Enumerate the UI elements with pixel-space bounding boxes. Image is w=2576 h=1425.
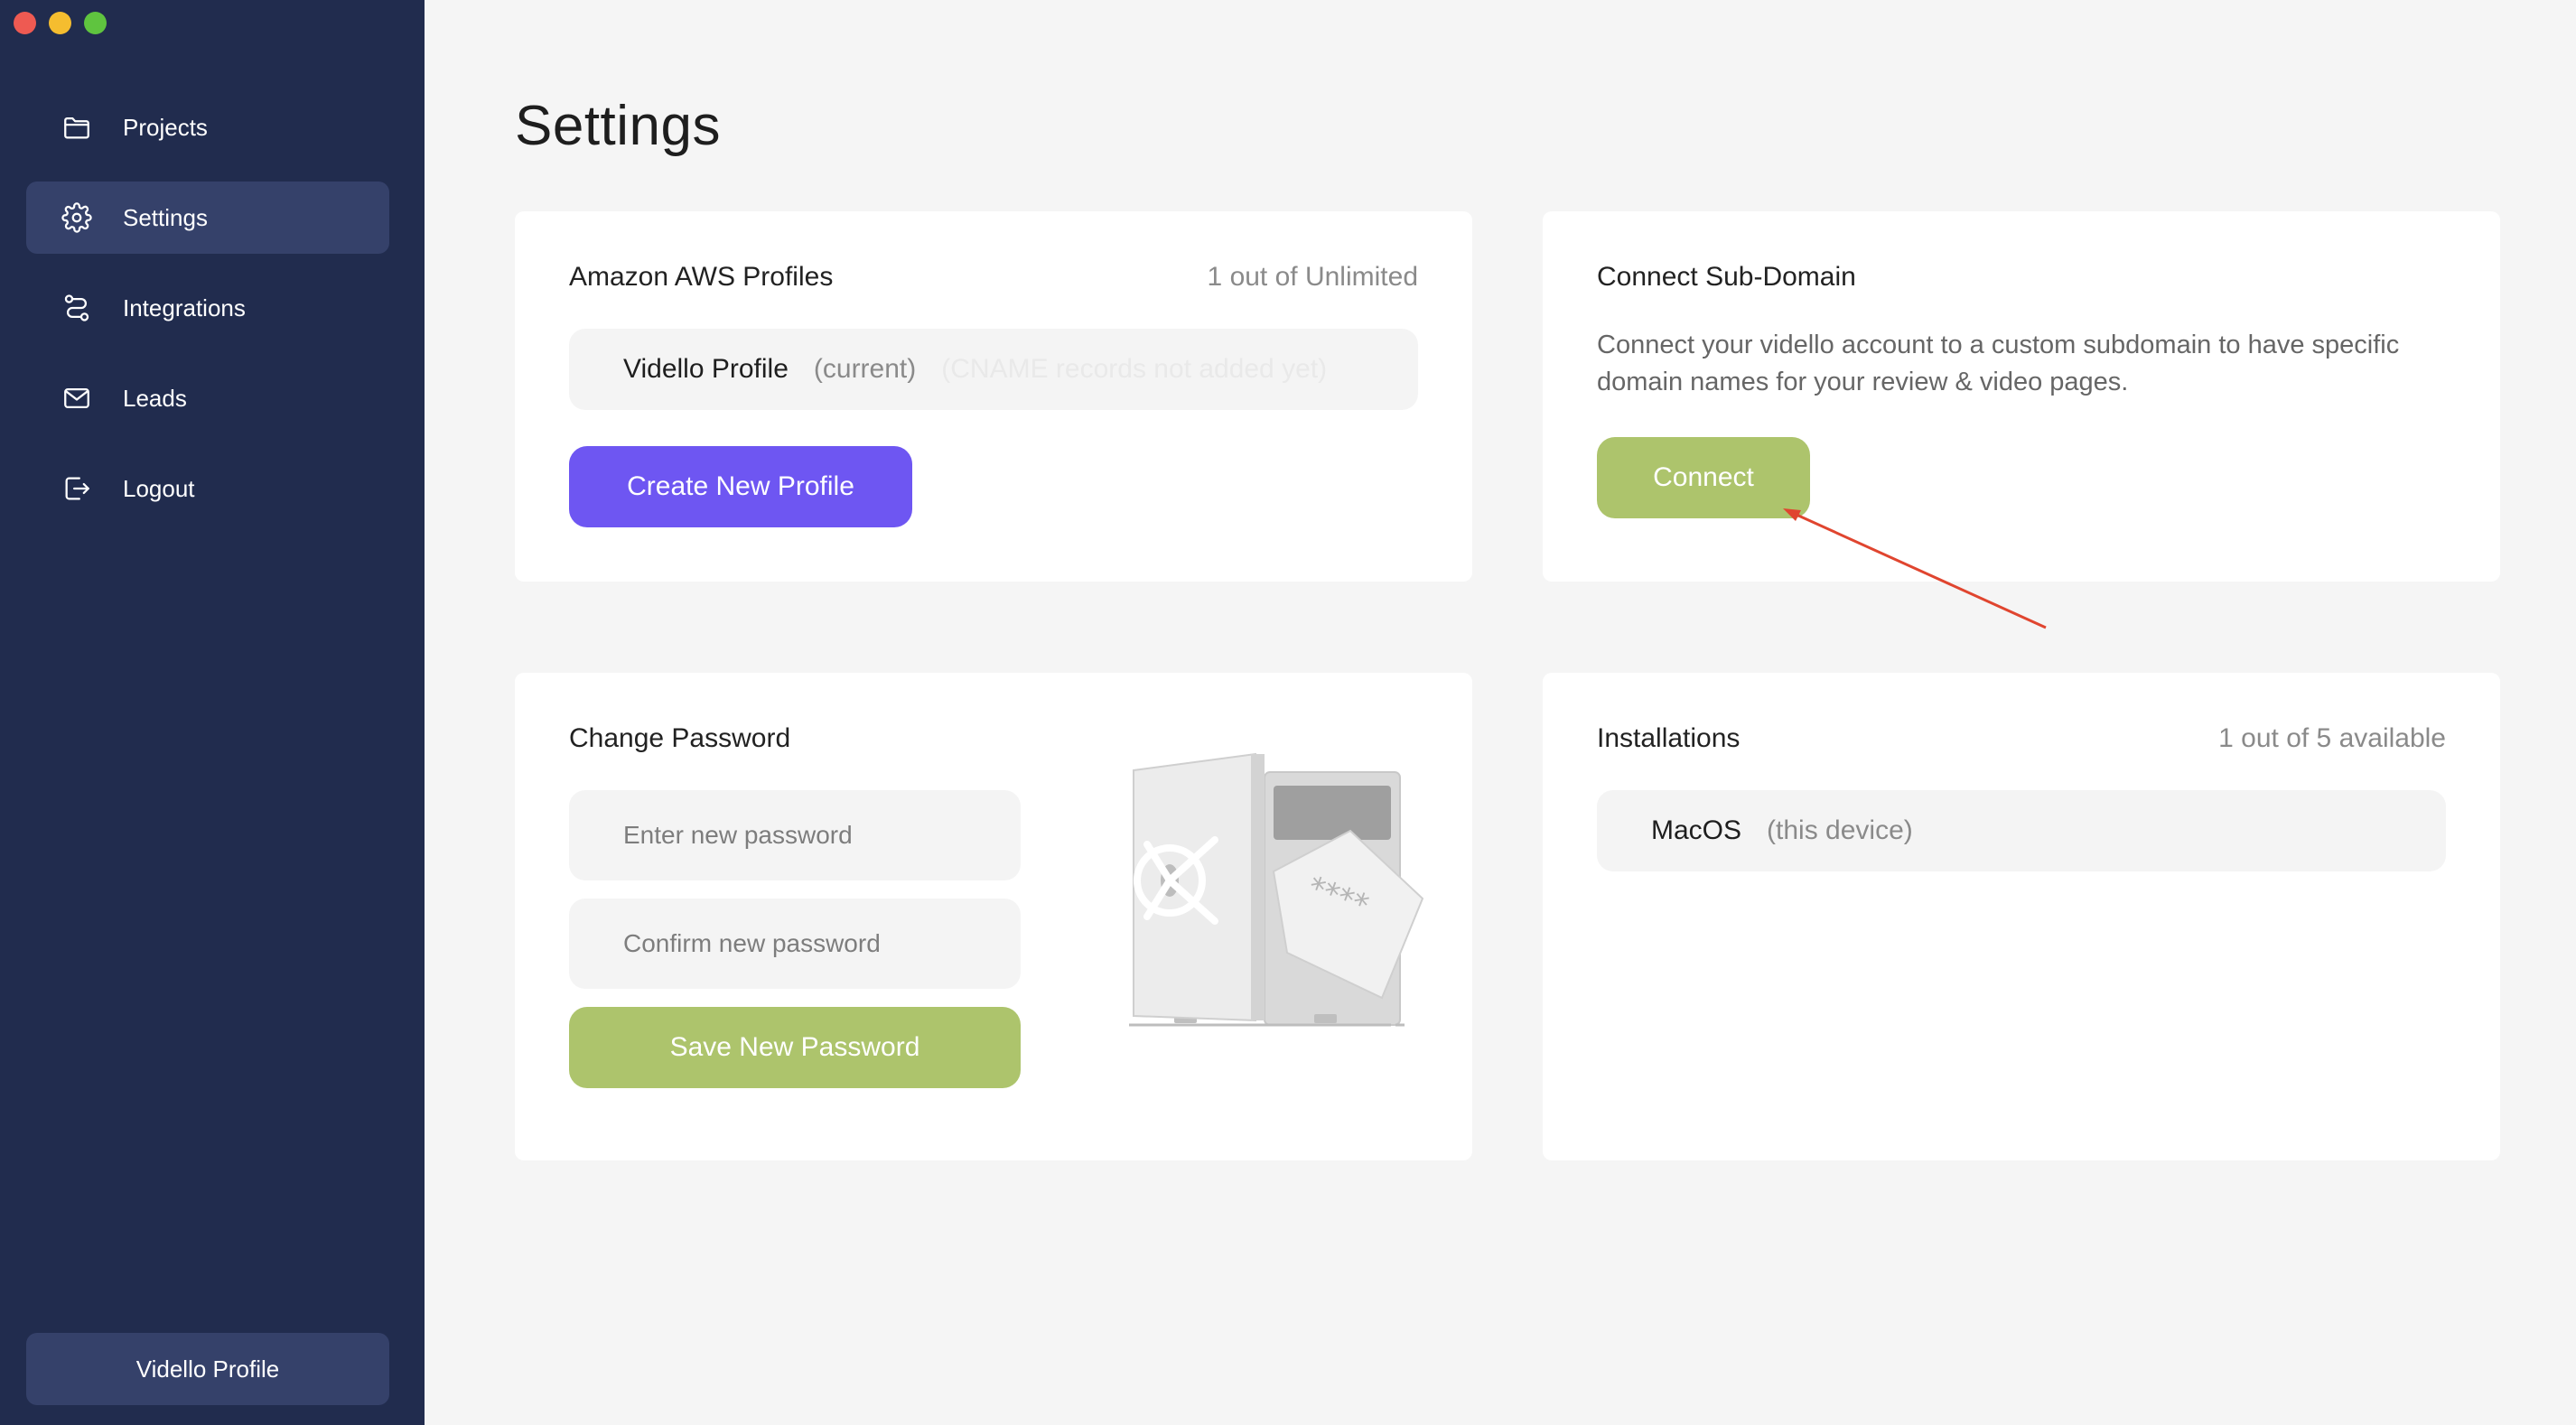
route-icon <box>61 292 93 324</box>
sidebar: Projects Settings Integrations Leads Log… <box>0 0 425 1425</box>
sidebar-item-label: Projects <box>123 113 208 141</box>
annotation-arrow <box>1783 508 2047 629</box>
maximize-window-button[interactable] <box>84 12 107 34</box>
card-title: Connect Sub-Domain <box>1597 262 1856 292</box>
installation-row: MacOS (this device) <box>1597 790 2446 871</box>
installations-count: 1 out of 5 available <box>2218 723 2446 753</box>
sidebar-item-integrations[interactable]: Integrations <box>26 272 389 344</box>
profile-cname-note: (CNAME records not added yet) <box>941 354 1328 384</box>
sidebar-nav: Projects Settings Integrations Leads Log… <box>26 91 389 543</box>
gear-icon <box>61 201 93 234</box>
sidebar-item-logout[interactable]: Logout <box>26 452 389 525</box>
profile-current-tag: (current) <box>813 354 917 384</box>
profile-button[interactable]: Vidello Profile <box>26 1333 389 1405</box>
mail-icon <box>61 382 93 414</box>
folder-icon <box>61 111 93 144</box>
sidebar-item-label: Integrations <box>123 293 246 321</box>
card-title: Change Password <box>569 723 791 753</box>
save-password-button[interactable]: Save New Password <box>569 1007 1021 1088</box>
new-password-input[interactable] <box>569 790 1021 880</box>
minimize-window-button[interactable] <box>49 12 71 34</box>
change-password-card: Change Password Save New Password **** <box>515 673 1472 1160</box>
installations-card: Installations 1 out of 5 available MacOS… <box>1543 673 2500 1160</box>
app-window: Projects Settings Integrations Leads Log… <box>0 0 2576 1425</box>
device-name: MacOS <box>1651 815 1742 845</box>
subdomain-description: Connect your vidello account to a custom… <box>1597 331 2400 396</box>
profile-count: 1 out of Unlimited <box>1207 262 1418 292</box>
profile-row[interactable]: Vidello Profile (current) (CNAME records… <box>569 329 1418 410</box>
sidebar-item-label: Leads <box>123 384 187 412</box>
device-tag: (this device) <box>1767 815 1913 845</box>
page-title: Settings <box>515 95 722 157</box>
create-profile-button[interactable]: Create New Profile <box>569 446 912 527</box>
profile-name: Vidello Profile <box>623 354 789 384</box>
confirm-password-input[interactable] <box>569 899 1021 989</box>
sidebar-item-leads[interactable]: Leads <box>26 362 389 434</box>
sidebar-item-label: Settings <box>123 203 208 231</box>
safe-illustration: **** <box>1129 752 1424 1027</box>
card-title: Amazon AWS Profiles <box>569 262 834 292</box>
window-controls <box>14 12 107 34</box>
sidebar-item-projects[interactable]: Projects <box>26 91 389 163</box>
sidebar-item-settings[interactable]: Settings <box>26 182 389 254</box>
sidebar-item-label: Logout <box>123 474 195 502</box>
logout-icon <box>61 472 93 505</box>
close-window-button[interactable] <box>14 12 36 34</box>
card-title: Installations <box>1597 723 1741 753</box>
aws-profiles-card: Amazon AWS Profiles 1 out of Unlimited V… <box>515 211 1472 582</box>
